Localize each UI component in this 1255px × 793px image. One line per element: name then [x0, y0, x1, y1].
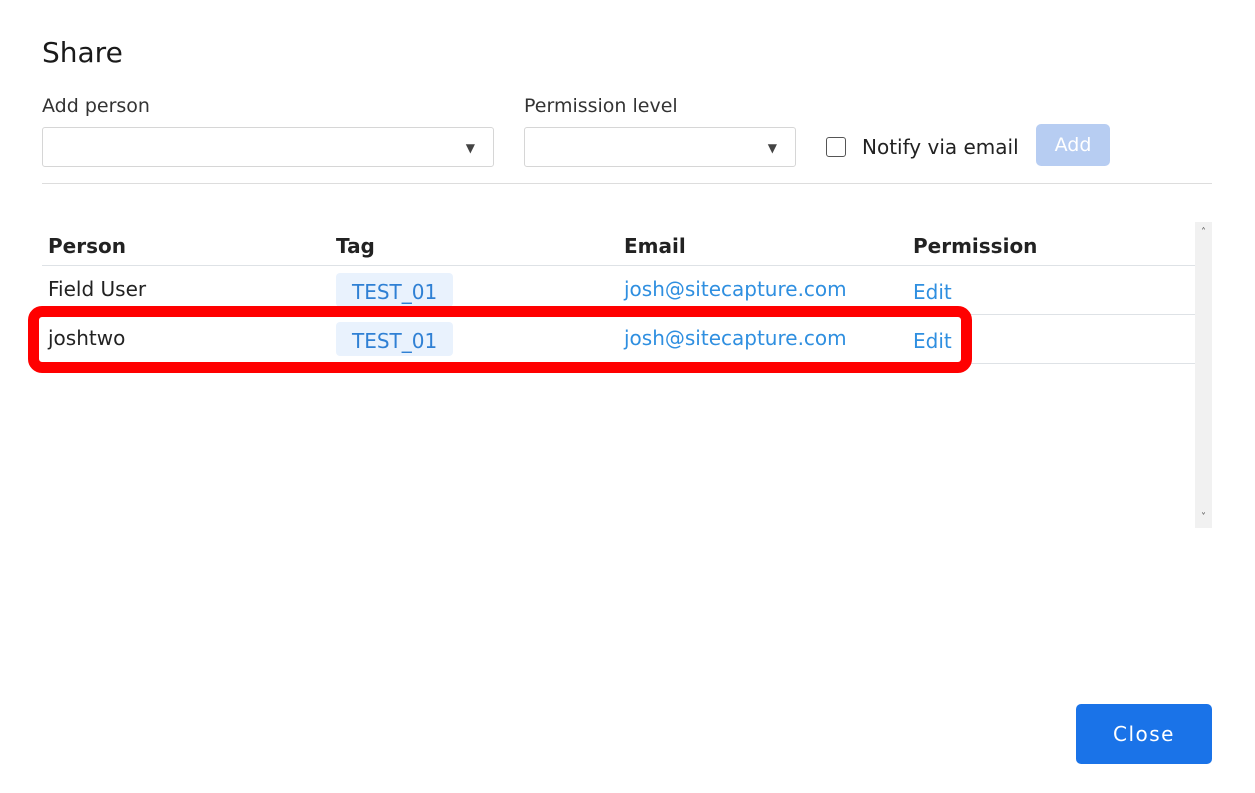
table-header: Person Tag Email Permission	[42, 222, 1195, 266]
table-row: joshtwo TEST_01 josh@sitecapture.com Edi…	[42, 315, 1195, 364]
add-person-label: Add person	[42, 95, 150, 117]
permission-edit-link[interactable]: Edit	[913, 280, 952, 304]
chevron-down-icon: ▼	[767, 141, 777, 155]
permission-edit-link[interactable]: Edit	[913, 329, 952, 353]
add-person-select[interactable]: ▼	[42, 127, 494, 167]
header-tag: Tag	[336, 234, 375, 258]
email-link[interactable]: josh@sitecapture.com	[624, 277, 847, 301]
close-button[interactable]: Close	[1076, 704, 1212, 764]
notify-checkbox[interactable]	[826, 137, 846, 157]
row-person: Field User	[48, 277, 147, 301]
row-person: joshtwo	[48, 326, 126, 350]
email-link[interactable]: josh@sitecapture.com	[624, 326, 847, 350]
table-scrollbar[interactable]: ˄ ˅	[1195, 222, 1212, 528]
notify-via-email-option[interactable]: Notify via email	[826, 134, 1019, 160]
share-table-container[interactable]: Person Tag Email Permission Field User T…	[42, 222, 1212, 528]
scroll-down-icon[interactable]: ˅	[1195, 509, 1212, 526]
share-table: Person Tag Email Permission Field User T…	[42, 222, 1195, 364]
permission-level-select[interactable]: ▼	[524, 127, 796, 167]
scroll-up-icon[interactable]: ˄	[1195, 224, 1212, 241]
add-button[interactable]: Add	[1036, 124, 1110, 166]
header-person: Person	[48, 234, 126, 258]
chevron-down-icon: ▼	[465, 141, 475, 155]
dialog-title: Share	[42, 36, 123, 69]
tag-badge: TEST_01	[336, 322, 454, 356]
tag-badge: TEST_01	[336, 273, 454, 307]
header-email: Email	[624, 234, 686, 258]
form-divider	[42, 183, 1212, 184]
table-row: Field User TEST_01 josh@sitecapture.com …	[42, 266, 1195, 315]
notify-label: Notify via email	[862, 135, 1019, 159]
header-permission: Permission	[913, 234, 1038, 258]
share-dialog: Share Add person ▼ Permission level ▼ No…	[0, 0, 1255, 793]
permission-level-label: Permission level	[524, 95, 678, 117]
